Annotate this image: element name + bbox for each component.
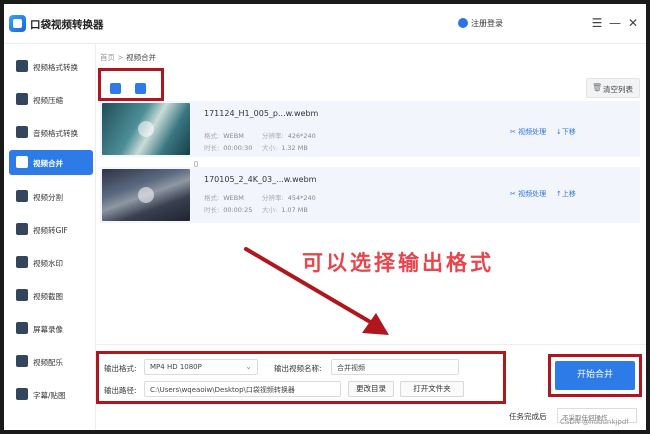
gif-icon [16,223,28,235]
breadcrumb-home[interactable]: 首页 [100,53,115,62]
music-icon [16,355,28,367]
play-icon[interactable] [138,121,154,137]
video-compress-icon [16,93,28,105]
output-name-label: 输出视频名称: [274,364,322,373]
minimize-icon[interactable]: — [606,14,624,32]
video-split-icon [16,190,28,202]
output-format-label: 输出格式: [104,364,137,373]
video-process-button[interactable]: ✂ 视频处理 [510,127,546,137]
clear-list-button[interactable]: 🗑 清空列表 [586,78,640,98]
sidebar-item-label: 视频配乐 [33,358,63,367]
watermark-icon [16,256,28,268]
file-resolution: 分辨率: 454*240 [262,194,316,202]
sidebar-item-label: 视频转GIF [33,226,68,235]
change-directory-button[interactable]: 更改目录 [348,381,394,397]
sidebar-item-label: 视频压缩 [33,96,63,105]
play-icon[interactable] [138,187,154,203]
login-link[interactable]: 注册登录 [471,18,503,29]
sidebar: 视频格式转换 视频压缩 音频格式转换 视频合并 视频分割 视频转GIF 视频水印 [4,44,96,430]
output-path-label: 输出路径: [104,386,137,395]
open-folder-button[interactable]: 打开文件夹 [400,381,464,397]
sidebar-item-label: 视频分割 [33,193,63,202]
move-up-button[interactable]: ↑上移 [556,189,576,199]
sidebar-item-label: 视频格式转换 [33,63,78,72]
user-icon[interactable] [458,18,468,28]
close-icon[interactable]: ✕ [624,14,642,32]
subtitle-icon [16,388,28,400]
sidebar-item-label: 视频合并 [33,159,63,168]
breadcrumb: 首页 > 视频合并 [100,52,156,63]
toolbar-highlight-box [98,68,164,101]
video-thumbnail[interactable] [102,103,190,155]
sidebar-item-video-watermark[interactable]: 视频水印 [9,250,93,275]
sidebar-item-video-to-gif[interactable]: 视频转GIF [9,217,93,242]
start-merge-button[interactable]: 开始合并 [555,361,635,390]
sidebar-item-label: 字幕/贴图 [33,391,66,400]
video-thumbnail[interactable] [102,169,190,221]
file-resolution: 分辨率: 426*240 [262,132,316,140]
breadcrumb-separator: > [117,53,124,62]
file-name: 171124_H1_005_p...w.webm [204,109,319,118]
app-logo-icon [9,15,26,32]
file-size: 大小: 1.07 MB [262,206,308,214]
video-convert-icon [16,60,28,72]
app-title: 口袋视频转换器 [30,19,104,31]
trash-icon: 🗑 [592,83,603,92]
add-folder-icon[interactable] [135,83,146,94]
file-size: 大小: 1.32 MB [262,144,308,152]
file-row: 171124_H1_005_p...w.webm 格式: WEBM 分辨率: 426… [100,101,640,157]
sidebar-item-label: 屏幕录像 [33,325,63,334]
sidebar-item-video-screenshot[interactable]: 视频截图 [9,283,93,308]
output-path-input[interactable]: C:\Users\wqeaoiw\Desktop\口袋视频转换器 [144,381,341,397]
scissors-icon: ✂ [510,190,516,198]
sidebar-item-screen-record[interactable]: 屏幕录像 [9,316,93,341]
sidebar-item-video-music[interactable]: 视频配乐 [9,349,93,374]
scissors-icon: ✂ [510,128,516,136]
chevron-down-icon: ⌄ [245,362,252,371]
sidebar-item-label: 视频水印 [33,259,63,268]
audio-convert-icon [16,126,28,138]
screenshot-icon [16,289,28,301]
sidebar-item-subtitle-sticker[interactable]: 字幕/贴图 [9,382,93,407]
output-name-input[interactable]: 合并视频 [331,359,459,375]
move-down-button[interactable]: ↓下移 [556,127,576,137]
file-format: 格式: WEBM [204,132,244,140]
sidebar-item-video-split[interactable]: 视频分割 [9,184,93,209]
file-row: 170105_2_4K_03_...w.webm 格式: WEBM 分辨率: 454… [100,167,640,223]
sidebar-item-video-format-convert[interactable]: 视频格式转换 [9,54,93,79]
breadcrumb-current: 视频合并 [126,53,157,62]
watermark-text: CSDN @hudunkjpdf [560,418,629,426]
clear-list-label: 清空列表 [603,85,633,94]
sidebar-item-label: 音频格式转换 [33,129,78,138]
add-file-icon[interactable] [110,83,121,94]
menu-icon[interactable]: ☰ [588,14,606,32]
video-process-button[interactable]: ✂ 视频处理 [510,189,546,199]
file-duration: 时长: 00:00:25 [204,206,253,214]
sidebar-item-video-merge[interactable]: 视频合并 [9,150,93,175]
file-format: 格式: WEBM [204,194,244,202]
title-bar: 口袋视频转换器 注册登录 ☰ — ✕ [4,4,646,44]
sidebar-item-video-compress[interactable]: 视频压缩 [9,87,93,112]
output-format-select[interactable]: MP4 HD 1080P ⌄ [144,359,258,375]
app-window: 口袋视频转换器 注册登录 ☰ — ✕ 视频格式转换 视频压缩 音频格式转换 视频… [4,4,646,430]
annotation-text: 可以选择输出格式 [302,251,494,275]
after-task-label: 任务完成后 [509,412,547,421]
sidebar-item-label: 视频截图 [33,292,63,301]
file-name: 170105_2_4K_03_...w.webm [204,175,317,184]
sidebar-item-audio-format-convert[interactable]: 音频格式转换 [9,120,93,145]
file-duration: 时长: 00:00:30 [204,144,253,152]
screen-record-icon [16,322,28,334]
video-merge-icon [16,156,28,168]
